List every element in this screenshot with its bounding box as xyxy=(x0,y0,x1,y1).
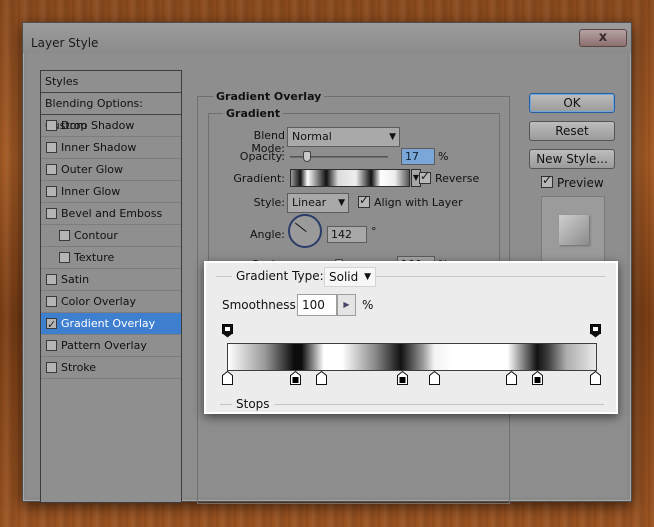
style-item-checkbox[interactable] xyxy=(46,120,57,131)
style-item-label: Bevel and Emboss xyxy=(61,207,163,220)
style-item-inner-glow[interactable]: Inner Glow xyxy=(41,181,181,203)
preview-swatch xyxy=(559,215,589,245)
style-item-checkbox[interactable] xyxy=(46,274,57,285)
style-item-label: Pattern Overlay xyxy=(61,339,147,352)
style-item-label: Inner Glow xyxy=(61,185,121,198)
smoothness-label: Smoothness: xyxy=(222,298,300,312)
style-item-checkbox[interactable] xyxy=(46,362,57,373)
close-button[interactable]: x xyxy=(579,29,627,47)
blending-options-item[interactable]: Blending Options: Custom xyxy=(41,93,181,132)
style-item-checkbox[interactable] xyxy=(59,230,70,241)
style-item-checkbox[interactable] xyxy=(46,340,57,351)
styles-header-label: Styles xyxy=(45,75,79,88)
angle-needle xyxy=(294,222,307,232)
style-item-outer-glow[interactable]: Outer Glow xyxy=(41,159,181,181)
style-item-stroke[interactable]: Stroke xyxy=(41,357,181,379)
align-with-layer-label: Align with Layer xyxy=(374,196,463,209)
opacity-label: Opacity: xyxy=(239,150,285,163)
style-item-checkbox[interactable] xyxy=(46,142,57,153)
style-label: Style: xyxy=(253,196,285,209)
color-stop-white[interactable] xyxy=(506,371,517,385)
align-with-layer-checkbox[interactable] xyxy=(358,193,370,208)
gradient-type-value: Solid xyxy=(329,270,359,284)
title-bar: Layer Style x xyxy=(23,23,631,53)
style-item-label: Stroke xyxy=(61,361,97,374)
close-icon: x xyxy=(598,30,608,45)
subgroup-title: Gradient xyxy=(223,107,284,120)
color-stop-black[interactable] xyxy=(532,371,543,385)
smoothness-unit: % xyxy=(362,298,374,312)
style-item-gradient-overlay[interactable]: Gradient Overlay xyxy=(41,313,181,336)
angle-input[interactable]: 142 xyxy=(327,226,367,243)
stops-group-line xyxy=(220,404,604,405)
reset-button[interactable]: Reset xyxy=(529,121,615,141)
style-item-bevel-and-emboss[interactable]: Bevel and Emboss xyxy=(41,203,181,225)
color-stop-black[interactable] xyxy=(290,371,301,385)
opacity-slider-thumb[interactable] xyxy=(302,151,311,162)
color-stop-white[interactable] xyxy=(222,371,233,385)
style-item-label: Drop Shadow xyxy=(61,119,135,132)
window-title: Layer Style xyxy=(31,36,99,50)
preview-checkbox[interactable] xyxy=(541,173,553,188)
style-item-label: Outer Glow xyxy=(61,163,124,176)
styles-header[interactable]: Styles xyxy=(41,71,181,93)
angle-unit: ° xyxy=(371,225,377,238)
reverse-label: Reverse xyxy=(435,172,480,185)
gradient-swatch[interactable] xyxy=(290,169,410,187)
style-item-drop-shadow[interactable]: Drop Shadow xyxy=(41,115,181,137)
style-item-contour[interactable]: Contour xyxy=(41,225,181,247)
chevron-down-icon: ▼ xyxy=(389,132,396,142)
style-item-pattern-overlay[interactable]: Pattern Overlay xyxy=(41,335,181,357)
chevron-right-icon: ▶ xyxy=(343,300,350,309)
smoothness-spin-button[interactable]: ▶ xyxy=(337,294,356,316)
style-dropdown[interactable]: Linear ▼ xyxy=(287,193,349,213)
style-item-label: Contour xyxy=(74,229,118,242)
gradient-label: Gradient: xyxy=(233,172,285,185)
style-item-checkbox[interactable] xyxy=(59,252,70,263)
gradient-type-dropdown[interactable]: Solid ▼ xyxy=(324,267,376,287)
group-title: Gradient Overlay xyxy=(213,90,325,103)
opacity-slider[interactable] xyxy=(290,151,388,162)
style-item-checkbox[interactable] xyxy=(46,164,57,175)
style-item-color-overlay[interactable]: Color Overlay xyxy=(41,291,181,313)
chevron-down-icon: ▼ xyxy=(364,272,371,282)
style-item-checkbox[interactable] xyxy=(46,208,57,219)
angle-label: Angle: xyxy=(249,228,285,241)
style-item-label: Inner Shadow xyxy=(61,141,137,154)
style-item-checkbox[interactable] xyxy=(46,314,57,336)
color-stop-white[interactable] xyxy=(590,371,601,385)
opacity-stop-left[interactable] xyxy=(222,324,233,338)
gradient-editor-callout: Gradient Type: Solid ▼ Smoothness: 100 ▶… xyxy=(204,261,618,414)
reverse-checkbox[interactable] xyxy=(419,169,431,184)
style-item-inner-shadow[interactable]: Inner Shadow xyxy=(41,137,181,159)
style-item-texture[interactable]: Texture xyxy=(41,247,181,269)
preview-thumbnail xyxy=(541,196,605,262)
angle-dial[interactable] xyxy=(288,214,322,248)
gradient-bar[interactable] xyxy=(227,343,597,371)
preview-label: Preview xyxy=(557,176,604,190)
opacity-unit: % xyxy=(438,150,449,163)
blend-mode-dropdown[interactable]: Normal ▼ xyxy=(287,127,400,147)
chevron-down-icon: ▼ xyxy=(338,198,345,208)
ok-button[interactable]: OK xyxy=(529,93,615,113)
style-value: Linear xyxy=(292,196,327,209)
style-item-label: Gradient Overlay xyxy=(61,317,156,330)
color-stop-black[interactable] xyxy=(397,371,408,385)
stops-label: Stops xyxy=(232,397,274,411)
style-item-checkbox[interactable] xyxy=(46,296,57,307)
color-stop-white[interactable] xyxy=(316,371,327,385)
opacity-stop-right[interactable] xyxy=(590,324,601,338)
opacity-input[interactable]: 17 xyxy=(401,148,435,165)
smoothness-input[interactable]: 100 xyxy=(297,294,337,316)
style-item-label: Color Overlay xyxy=(61,295,136,308)
new-style-button[interactable]: New Style... xyxy=(529,149,615,169)
blend-mode-value: Normal xyxy=(292,130,332,143)
style-item-label: Satin xyxy=(61,273,90,286)
style-item-satin[interactable]: Satin xyxy=(41,269,181,291)
style-item-label: Texture xyxy=(74,251,115,264)
gradient-type-label: Gradient Type: xyxy=(232,269,328,283)
style-item-checkbox[interactable] xyxy=(46,186,57,197)
color-stop-white[interactable] xyxy=(429,371,440,385)
styles-panel: Styles Blending Options: Custom Drop Sha… xyxy=(40,70,182,503)
